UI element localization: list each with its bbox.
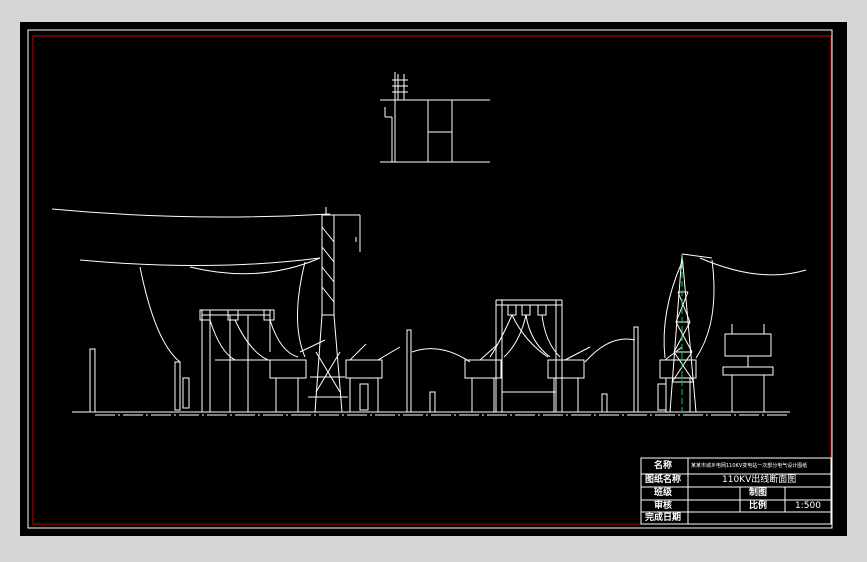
outgoing-conductor [699, 257, 807, 276]
title-block-class-label: 班级 [654, 488, 673, 498]
title-block-project-name: 某某市城乡电网110KV变电站一次部分电气设计图纸 [691, 463, 808, 469]
title-block-date-label: 完成日期 [645, 513, 682, 523]
title-block-drafter-label: 制图 [749, 488, 768, 498]
lattice-tower-left [308, 207, 361, 413]
substation-section-drawing [51, 72, 807, 416]
title-block-review-label: 审核 [654, 501, 673, 511]
center-gantry [489, 299, 563, 412]
left-gantry [199, 309, 299, 412]
left-post [89, 348, 96, 413]
title-block-scale-value: 1:500 [795, 501, 821, 511]
inner-frame [32, 35, 832, 525]
title-block-scale-label: 比例 [749, 501, 768, 511]
incoming-conductor-upper [51, 208, 331, 218]
lattice-tower-right [669, 253, 713, 413]
detail-view-top [380, 72, 490, 163]
circuit-breaker-1 [269, 339, 326, 412]
title-block-drawing-name: 110KV出线断面图 [722, 475, 797, 485]
drawing-canvas [27, 29, 833, 529]
disconnector-group-1 [345, 343, 401, 412]
right-equipment [722, 324, 774, 412]
cad-drawing-viewport[interactable]: 名称 某某市城乡电网110KV变电站一次部分电气设计图纸 图纸名称 110KV出… [20, 22, 847, 536]
title-block-name-label: 名称 [654, 461, 673, 471]
circuit-breaker-3 [547, 346, 591, 412]
title-block-drawing-name-label: 图纸名称 [645, 475, 682, 485]
outer-frame [27, 29, 833, 529]
incoming-conductor-lower [79, 257, 321, 267]
